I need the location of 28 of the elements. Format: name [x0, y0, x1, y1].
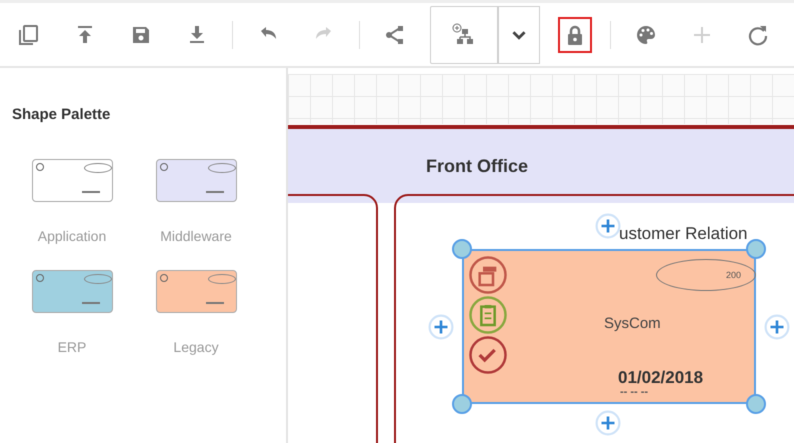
lane-title: ustomer Relation	[619, 224, 748, 244]
shape-label: Middleware	[159, 228, 233, 244]
shape-thumbnail[interactable]	[32, 159, 113, 202]
resize-handle[interactable]	[746, 394, 766, 414]
badge-text: 200	[726, 270, 741, 280]
shape-label: ERP	[56, 339, 88, 355]
add-connector-icon[interactable]	[595, 410, 621, 436]
server-icon	[468, 255, 508, 295]
shape-label: Application	[36, 228, 108, 244]
node-name: SysCom	[604, 315, 661, 332]
shape-thumbnail[interactable]	[156, 159, 237, 202]
diagram-node[interactable]: 200 SysCom 01/02/2018 -- -- --	[462, 249, 756, 404]
shape-label: Legacy	[172, 339, 220, 355]
add-connector-icon[interactable]	[428, 314, 454, 340]
add-connector-icon[interactable]	[595, 213, 621, 239]
swimlane-title: Front Office	[426, 156, 528, 177]
add-connector-icon[interactable]	[764, 314, 790, 340]
toolbar-button[interactable]	[558, 16, 592, 52]
checkmark-icon	[468, 335, 508, 375]
resize-handle[interactable]	[746, 239, 766, 259]
palette-title: Shape Palette	[12, 106, 112, 123]
clipboard-icon	[468, 295, 508, 335]
shape-thumbnail[interactable]	[32, 270, 113, 313]
resize-handle[interactable]	[452, 394, 472, 414]
node-footer: -- -- --	[620, 386, 648, 398]
resize-handle[interactable]	[452, 239, 472, 259]
shape-thumbnail[interactable]	[156, 270, 237, 313]
node-date: 01/02/2018	[618, 368, 704, 388]
